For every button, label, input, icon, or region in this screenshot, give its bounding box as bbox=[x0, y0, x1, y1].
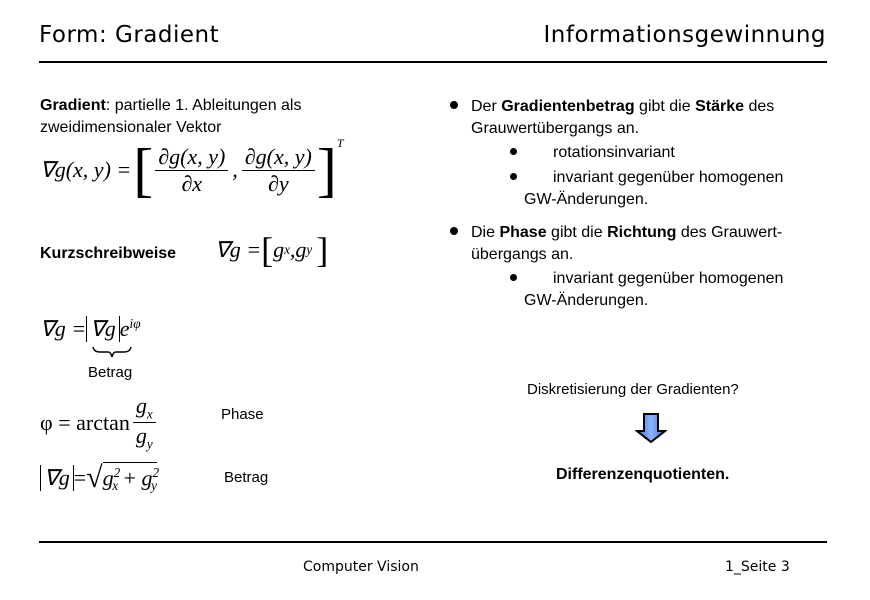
sub-bullet-icon bbox=[510, 274, 517, 281]
comma: , bbox=[232, 157, 238, 182]
fraction-numerator: ∂g(x, y) bbox=[155, 144, 229, 171]
gy-sub: y bbox=[151, 478, 157, 494]
formula-polar-lhs: ∇g = bbox=[40, 316, 87, 341]
abs-gradient: ∇g bbox=[40, 465, 74, 491]
fraction-denominator: ∂x bbox=[181, 170, 203, 196]
gradient-intro-text: : partielle 1. Ableitungen als bbox=[105, 97, 302, 114]
bullet-gradientenbetrag: Der Gradientenbetrag gibt die Stärke des… bbox=[471, 96, 774, 140]
numerator-g: g bbox=[135, 393, 147, 418]
text: übergangs an. bbox=[471, 246, 574, 263]
formula-phase-lhs: φ = arctan bbox=[40, 409, 130, 435]
bold-text: Gradientenbetrag bbox=[501, 98, 635, 115]
bold-text: Phase bbox=[499, 224, 547, 241]
bold-text: Stärke bbox=[695, 98, 744, 115]
sub-bullet-icon bbox=[510, 148, 517, 155]
footer-rule bbox=[39, 541, 827, 543]
discretization-question: Diskretisierung der Gradienten? bbox=[527, 381, 739, 398]
transpose-mark: T bbox=[336, 136, 344, 150]
formula-phase: φ = arctan gx gy bbox=[40, 393, 156, 453]
numerator-sub: x bbox=[146, 406, 153, 422]
sqrt-icon: √ bbox=[86, 461, 103, 494]
text: Die bbox=[471, 224, 500, 241]
abs-gradient: ∇g bbox=[86, 316, 120, 342]
gy: g bbox=[295, 237, 307, 262]
bullet-phase: Die Phase gibt die Richtung des Grauwert… bbox=[471, 222, 782, 266]
bullet-icon bbox=[450, 101, 458, 109]
header-rule bbox=[39, 61, 827, 63]
exp-base: e bbox=[119, 316, 130, 341]
bullet-icon bbox=[450, 227, 458, 235]
sub-bullet-invariant: invariant gegenüber homogenen bbox=[553, 270, 784, 287]
equals: = bbox=[73, 465, 87, 490]
fraction-denominator: ∂y bbox=[268, 170, 289, 196]
bracket-open: [ bbox=[133, 137, 154, 203]
betrag-brace-label: Betrag bbox=[88, 364, 133, 381]
text: Der bbox=[471, 98, 502, 115]
footer-course: Computer Vision bbox=[303, 559, 419, 575]
sub-bullet-icon bbox=[510, 173, 517, 180]
phase-label: Phase bbox=[221, 406, 264, 423]
fraction-dx: ∂g(x, y) ∂x bbox=[155, 144, 229, 197]
formula-gradient: ∇g(x, y) = [ ∂g(x, y) ∂x , ∂g(x, y) ∂y ]… bbox=[40, 136, 344, 203]
formula-polar: ∇g = ∇g e iφ bbox=[40, 316, 141, 342]
slide-title-left: Form: Gradient bbox=[39, 22, 220, 48]
formula-short: ∇g = [ gx , gy ] bbox=[215, 232, 328, 268]
bracket-close: ] bbox=[316, 230, 329, 270]
bold-text: Richtung bbox=[607, 224, 677, 241]
text: gibt die bbox=[634, 98, 696, 115]
denominator-sub: y bbox=[146, 436, 153, 452]
text: gibt die bbox=[546, 224, 608, 241]
text: Grauwertübergangs an. bbox=[471, 120, 640, 137]
fraction-dy: ∂g(x, y) ∂y bbox=[241, 144, 315, 197]
bracket-close: ] bbox=[316, 137, 337, 203]
footer-page-number: 1_Seite 3 bbox=[725, 559, 790, 575]
text: des Grauwert- bbox=[676, 224, 783, 241]
formula-magnitude: ∇g = √ g2x + g2y bbox=[40, 461, 159, 495]
formula-gradient-lhs: ∇g(x, y) = bbox=[40, 157, 132, 182]
bracket-open: [ bbox=[261, 230, 274, 270]
sub-bullet-invariant-cont: GW-Änderungen. bbox=[524, 292, 649, 309]
text: des bbox=[744, 98, 775, 115]
plus: + bbox=[118, 464, 142, 490]
gradient-intro-bold: Gradient bbox=[40, 97, 106, 114]
short-notation-label: Kurzschreibweise bbox=[40, 245, 177, 262]
discretization-answer: Differenzenquotienten. bbox=[556, 466, 730, 483]
gy-sub: y bbox=[306, 242, 313, 257]
sub-bullet-rotationsinvariant: rotationsinvariant bbox=[553, 144, 675, 161]
gradient-intro-line2: zweidimensionaler Vektor bbox=[40, 119, 222, 136]
slide-title-right: Informationsgewinnung bbox=[543, 22, 826, 48]
magnitude-label: Betrag bbox=[224, 469, 269, 486]
fraction-numerator: ∂g(x, y) bbox=[241, 144, 315, 171]
exp-power: iφ bbox=[129, 316, 141, 331]
underbrace-icon bbox=[92, 346, 132, 358]
formula-short-lhs: ∇g = bbox=[215, 237, 262, 262]
gradient-intro: Gradient: partielle 1. Ableitungen als z… bbox=[40, 95, 301, 139]
sub-bullet-invariant-cont: GW-Änderungen. bbox=[524, 191, 649, 208]
gx: g bbox=[273, 237, 285, 262]
fraction-gx-gy: gx gy bbox=[132, 393, 156, 453]
sqrt-radicand: g2x + g2y bbox=[102, 461, 159, 495]
sub-bullet-invariant: invariant gegenüber homogenen bbox=[553, 169, 784, 186]
denominator-g: g bbox=[135, 423, 147, 449]
down-arrow-icon bbox=[635, 413, 667, 443]
